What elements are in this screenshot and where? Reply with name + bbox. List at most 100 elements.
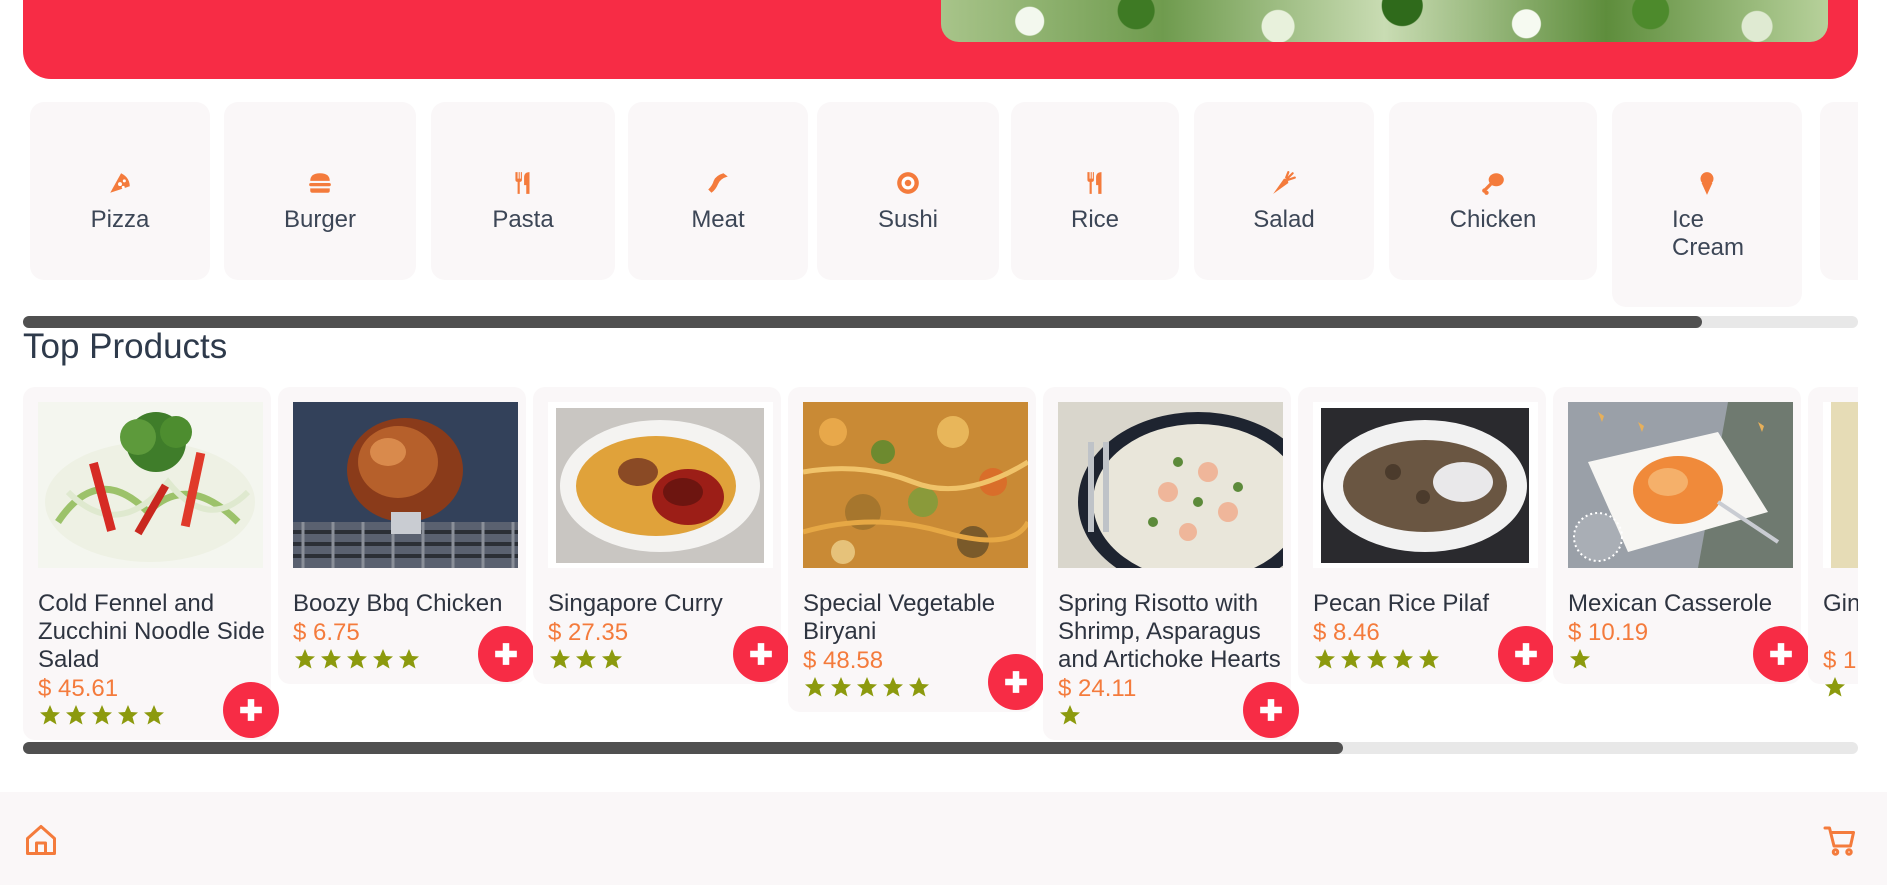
cart-icon — [1823, 826, 1855, 856]
hero-image — [941, 0, 1828, 42]
category-label: Salad — [1253, 206, 1315, 233]
star-icon — [805, 677, 825, 697]
plus-icon — [1260, 699, 1282, 721]
category-scrollbar[interactable] — [23, 316, 1858, 328]
add-to-cart-button[interactable] — [478, 626, 534, 682]
product-name: Mexican Casserole — [1568, 590, 1773, 617]
category-pizza[interactable]: Pizza — [30, 102, 210, 280]
product-name: Special Vegetable Biryani — [803, 590, 996, 645]
plus-icon — [1515, 643, 1537, 665]
product-image — [548, 402, 773, 568]
category-burger[interactable]: Burger — [224, 102, 416, 280]
star-icon — [399, 649, 419, 669]
star-icon — [40, 705, 60, 725]
category-label: Pasta — [492, 206, 554, 233]
plus-icon — [1005, 671, 1027, 693]
plus-icon — [750, 643, 772, 665]
star-icon — [550, 649, 570, 669]
utensils-icon — [1082, 170, 1108, 196]
category-label: Burger — [283, 206, 357, 233]
rating-stars — [1823, 675, 1847, 699]
category-sushi[interactable]: Sushi — [817, 102, 999, 280]
product-name: Singapore Curry — [548, 590, 723, 617]
category-label: Rice — [1070, 206, 1119, 233]
rating-stars — [1568, 647, 1592, 671]
product-name: Boozy Bbq Chicken — [293, 590, 503, 617]
category-ice-cream[interactable]: Ice Cream — [1612, 102, 1802, 307]
category-label: Chicken — [1449, 206, 1537, 233]
product-image — [1058, 402, 1283, 568]
cart-button[interactable] — [1822, 822, 1858, 858]
category-salad[interactable]: Salad — [1194, 102, 1374, 280]
product-image — [1823, 402, 1858, 568]
add-to-cart-button[interactable] — [1498, 626, 1554, 682]
category-pasta[interactable]: Pasta — [431, 102, 615, 280]
product-image — [38, 402, 263, 568]
star-icon — [92, 705, 112, 725]
product-name: Cold Fennel and Zucchini Noodle Side Sal… — [38, 590, 265, 673]
product-price: $ 48.58 — [803, 647, 884, 674]
star-icon — [909, 677, 929, 697]
add-to-cart-button[interactable] — [988, 654, 1044, 710]
star-icon — [1825, 677, 1845, 697]
product-price: $ 27.35 — [548, 619, 629, 646]
category-chicken[interactable]: Chicken — [1389, 102, 1597, 280]
plus-icon — [1770, 643, 1792, 665]
category-label: Meat — [691, 206, 745, 233]
product-price: $ 10.19 — [1568, 619, 1649, 646]
utensils-icon — [510, 170, 536, 196]
product-image — [1568, 402, 1793, 568]
category-label: Pizza — [90, 206, 150, 233]
product-image — [803, 402, 1028, 568]
plus-icon — [240, 699, 262, 721]
scrollbar-thumb[interactable] — [23, 742, 1343, 754]
add-to-cart-button[interactable] — [733, 626, 789, 682]
product-card[interactable]: Boozy Bbq Chicken $ 6.75 — [278, 387, 534, 684]
add-to-cart-button[interactable] — [1243, 682, 1299, 738]
home-button[interactable] — [23, 822, 59, 858]
plus-icon — [495, 643, 517, 665]
product-image — [1313, 402, 1538, 568]
products-scrollbar[interactable] — [23, 742, 1858, 754]
product-card[interactable]: Mexican Casserole $ 10.19 — [1553, 387, 1809, 684]
product-price: $ 8.46 — [1313, 619, 1380, 646]
add-to-cart-button[interactable] — [1753, 626, 1809, 682]
product-name: Spring Risotto with Shrimp, Asparagus an… — [1058, 590, 1281, 673]
star-icon — [857, 677, 877, 697]
product-card[interactable]: Singapore Curry $ 27.35 — [533, 387, 789, 684]
star-icon — [144, 705, 164, 725]
star-icon — [373, 649, 393, 669]
product-card[interactable]: Spring Risotto with Shrimp, Asparagus an… — [1043, 387, 1299, 740]
scrollbar-thumb[interactable] — [23, 316, 1702, 328]
section-title: Top Products — [23, 327, 228, 366]
add-to-cart-button[interactable] — [223, 682, 279, 738]
product-card[interactable]: Special Vegetable Biryani $ 48.58 — [788, 387, 1044, 712]
star-icon — [1315, 649, 1335, 669]
category-list: Pizza Burger Pasta Meat Sushi Rice Salad… — [23, 90, 1858, 320]
star-icon — [321, 649, 341, 669]
star-icon — [831, 677, 851, 697]
product-card[interactable]: Cold Fennel and Zucchini Noodle Side Sal… — [23, 387, 279, 740]
rating-stars — [1313, 647, 1441, 671]
product-image — [293, 402, 518, 568]
star-icon — [1367, 649, 1387, 669]
category-meat[interactable]: Meat — [628, 102, 808, 280]
rating-stars — [1058, 703, 1082, 727]
rating-stars — [293, 647, 421, 671]
ice-cream-icon — [1694, 170, 1720, 196]
product-price: $ 6.75 — [293, 619, 360, 646]
star-icon — [66, 705, 86, 725]
star-icon — [118, 705, 138, 725]
category-label: Ice Cream — [1672, 206, 1745, 261]
product-price: $ 1 — [1823, 647, 1857, 674]
star-icon — [1060, 705, 1080, 725]
category-partial[interactable] — [1820, 102, 1858, 280]
product-name: Gin Dre — [1823, 590, 1858, 617]
star-icon — [883, 677, 903, 697]
product-card[interactable]: Pecan Rice Pilaf $ 8.46 — [1298, 387, 1554, 684]
category-rice[interactable]: Rice — [1011, 102, 1179, 280]
star-icon — [1341, 649, 1361, 669]
rating-stars — [803, 675, 931, 699]
home-icon — [26, 825, 56, 855]
product-card[interactable]: Gin Dre $ 1 — [1808, 387, 1858, 697]
